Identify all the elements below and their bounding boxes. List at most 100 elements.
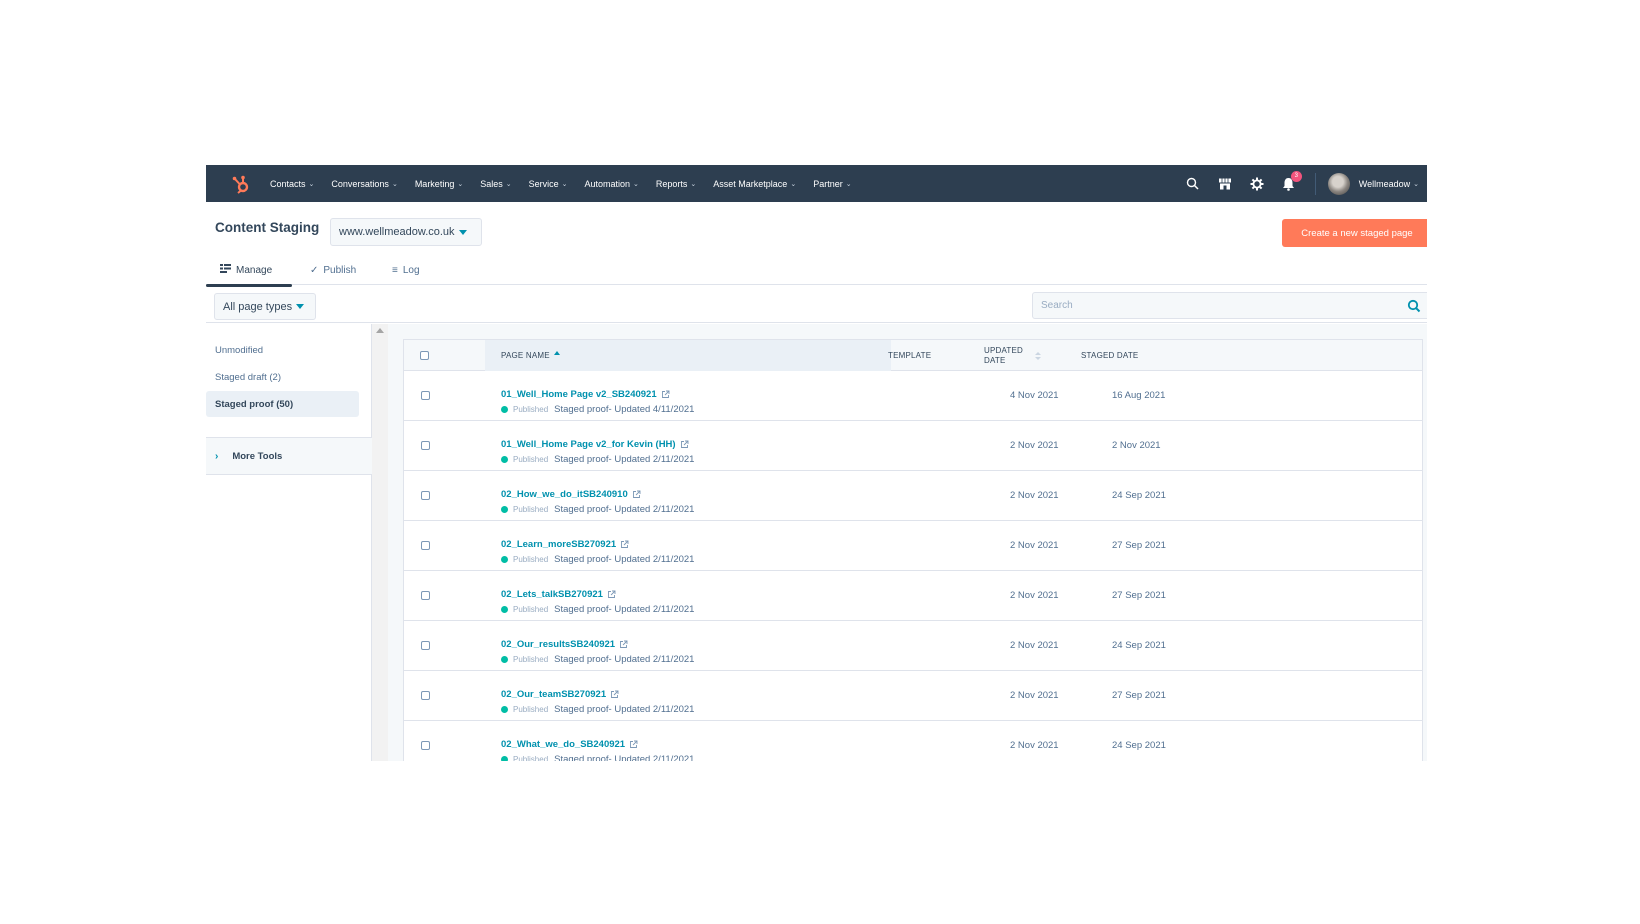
staged-date: 24 Sep 2021 — [1112, 490, 1166, 501]
updated-date: 2 Nov 2021 — [1010, 590, 1059, 601]
sidebar-scrollbar[interactable] — [372, 324, 388, 761]
tab-publish[interactable]: ✓ Publish — [292, 255, 392, 285]
sort-ascending-icon — [553, 350, 560, 355]
chevron-down-icon: ⌄ — [561, 180, 568, 188]
nav-service[interactable]: Service ⌄ — [529, 179, 568, 189]
status-line: Published Staged proof- Updated 2/11/202… — [501, 654, 694, 665]
table-row: 02_Our_resultsSB240921 Published Staged … — [404, 621, 1422, 671]
search-input[interactable] — [1033, 293, 1407, 318]
external-link-icon[interactable] — [607, 590, 616, 599]
status-label: Published — [513, 455, 549, 464]
status-dot-icon — [501, 756, 508, 761]
nav-marketing[interactable]: Marketing ⌄ — [415, 179, 463, 189]
nav-automation[interactable]: Automation ⌄ — [584, 179, 638, 189]
page-name-link[interactable]: 02_What_we_do_SB240921 — [501, 739, 638, 750]
notifications-icon[interactable]: 3 — [1281, 170, 1302, 192]
hubspot-logo-icon[interactable] — [230, 173, 252, 195]
updated-date: 2 Nov 2021 — [1010, 490, 1059, 501]
nav-label: Partner — [813, 178, 843, 189]
status-filter-sidebar: Unmodified Staged draft (2) Staged proof… — [206, 324, 372, 761]
more-tools-toggle[interactable]: › More Tools — [206, 437, 372, 475]
external-link-icon[interactable] — [680, 440, 689, 449]
page-name-link[interactable]: 01_Well_Home Page v2_SB240921 — [501, 389, 670, 400]
staged-date: 2 Nov 2021 — [1112, 440, 1161, 451]
external-link-icon[interactable] — [619, 640, 628, 649]
sidebar-item-unmodified[interactable]: Unmodified — [206, 337, 359, 363]
nav-reports[interactable]: Reports ⌄ — [656, 179, 696, 189]
status-label: Published — [513, 755, 549, 761]
external-link-icon[interactable] — [610, 690, 619, 699]
marketplace-icon[interactable] — [1217, 176, 1233, 192]
table-header: PAGE NAME TEMPLATE UPDATED DATE STAGED D… — [404, 340, 1422, 371]
nav-partner[interactable]: Partner ⌄ — [813, 179, 851, 189]
chevron-right-icon: › — [215, 450, 219, 462]
table-row: 01_Well_Home Page v2_for Kevin (HH) Publ… — [404, 421, 1422, 471]
row-checkbox[interactable] — [421, 591, 430, 600]
column-label: STAGED DATE — [1081, 351, 1139, 360]
table-row: 02_Lets_talkSB270921 Published Staged pr… — [404, 571, 1422, 621]
status-dot-icon — [501, 406, 508, 413]
status-label: Published — [513, 405, 549, 414]
row-checkbox[interactable] — [421, 391, 430, 400]
page-name-link[interactable]: 02_How_we_do_itSB240910 — [501, 489, 641, 500]
row-checkbox[interactable] — [421, 491, 430, 500]
external-link-icon[interactable] — [620, 540, 629, 549]
page-name-link[interactable]: 02_Our_teamSB270921 — [501, 689, 619, 700]
create-staged-page-button[interactable]: Create a new staged page — [1282, 219, 1427, 247]
page-name: 01_Well_Home Page v2_for Kevin (HH) — [501, 439, 676, 450]
page-name-link[interactable]: 01_Well_Home Page v2_for Kevin (HH) — [501, 439, 689, 450]
external-link-icon[interactable] — [629, 740, 638, 749]
staging-note: Staged proof- Updated 4/11/2021 — [554, 404, 695, 415]
status-label: Published — [513, 655, 549, 664]
sidebar-item-staged-proof[interactable]: Staged proof (50) — [206, 391, 359, 417]
tab-label: Manage — [236, 264, 273, 276]
scroll-up-arrow-icon[interactable] — [376, 328, 384, 333]
page-name-link[interactable]: 02_Learn_moreSB270921 — [501, 539, 629, 550]
caret-down-icon — [458, 229, 467, 235]
content-staging-app: Contacts ⌄ Conversations ⌄ Marketing ⌄ Sale… — [206, 165, 1427, 761]
search-icon[interactable] — [1185, 176, 1201, 192]
nav-label: Automation — [584, 178, 631, 189]
settings-icon[interactable] — [1249, 176, 1265, 192]
user-avatar[interactable] — [1327, 172, 1350, 195]
table-row: 02_What_we_do_SB240921 Published Staged … — [404, 721, 1422, 761]
page-type-dropdown[interactable]: All page types — [214, 293, 316, 320]
account-menu[interactable]: Wellmeadow ⌄ — [1359, 179, 1419, 189]
page-name-cell: 02_Lets_talkSB270921 Published Staged pr… — [501, 584, 694, 615]
tab-log[interactable]: ≡ Log — [392, 255, 452, 285]
nav-sales[interactable]: Sales ⌄ — [480, 179, 511, 189]
page-name-cell: 01_Well_Home Page v2_for Kevin (HH) Publ… — [501, 434, 694, 465]
status-line: Published Staged proof- Updated 2/11/202… — [501, 504, 694, 515]
select-all-checkbox[interactable] — [420, 351, 429, 360]
external-link-icon[interactable] — [661, 390, 670, 399]
tab-manage[interactable]: Manage — [206, 255, 292, 287]
row-checkbox[interactable] — [421, 441, 430, 450]
nav-asset-marketplace[interactable]: Asset Marketplace ⌄ — [713, 179, 796, 189]
row-checkbox[interactable] — [421, 641, 430, 650]
page-name-link[interactable]: 02_Our_resultsSB240921 — [501, 639, 628, 650]
row-checkbox[interactable] — [421, 691, 430, 700]
external-link-icon[interactable] — [632, 490, 641, 499]
list-icon: ≡ — [392, 264, 398, 276]
search-field — [1032, 292, 1427, 319]
nav-conversations[interactable]: Conversations ⌄ — [331, 179, 397, 189]
row-checkbox[interactable] — [421, 541, 430, 550]
page-name-link[interactable]: 02_Lets_talkSB270921 — [501, 589, 616, 600]
row-checkbox[interactable] — [421, 741, 430, 750]
sidebar-item-staged-draft[interactable]: Staged draft (2) — [206, 364, 359, 390]
status-line: Published Staged proof- Updated 2/11/202… — [501, 754, 694, 761]
chevron-down-icon: ⌄ — [391, 180, 398, 188]
nav-contacts[interactable]: Contacts ⌄ — [270, 179, 314, 189]
search-icon[interactable] — [1407, 299, 1421, 313]
chevron-down-icon: ⌄ — [633, 180, 639, 188]
sort-toggle-icon — [1035, 351, 1042, 360]
status-line: Published Staged proof- Updated 2/11/202… — [501, 554, 694, 565]
check-icon: ✓ — [310, 264, 319, 276]
column-page-name[interactable]: PAGE NAME — [501, 340, 560, 371]
page-name-cell: 01_Well_Home Page v2_SB240921 Published … — [501, 384, 694, 415]
page-name: 02_How_we_do_itSB240910 — [501, 489, 628, 500]
domain-dropdown[interactable]: www.wellmeadow.co.uk — [330, 218, 482, 246]
main-menu: Contacts ⌄ Conversations ⌄ Marketing ⌄ Sale… — [270, 179, 869, 189]
column-updated-date[interactable]: UPDATED DATE — [984, 340, 1042, 371]
top-navigation-bar: Contacts ⌄ Conversations ⌄ Marketing ⌄ Sale… — [206, 165, 1427, 202]
